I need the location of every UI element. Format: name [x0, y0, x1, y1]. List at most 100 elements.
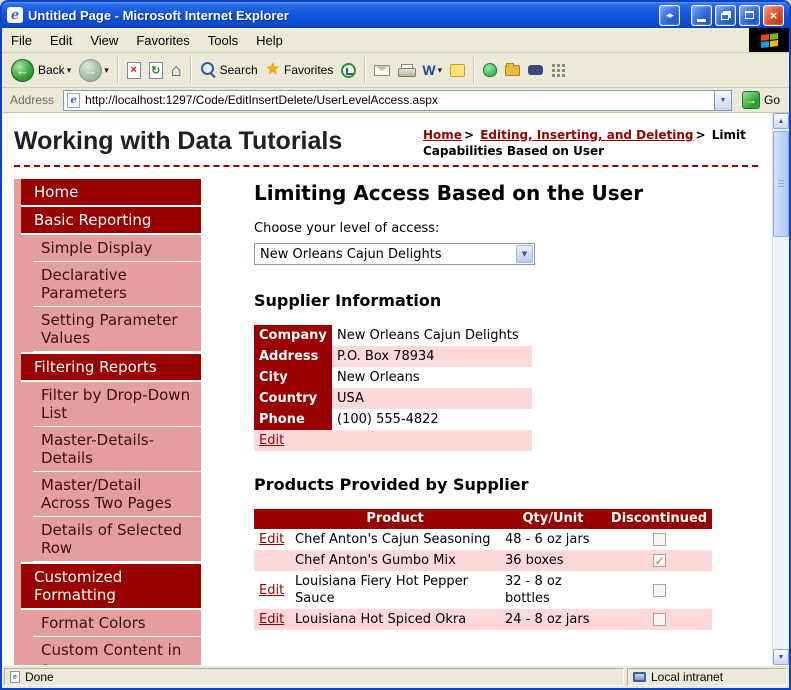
menu-file[interactable]: File [2, 28, 41, 52]
folder-icon [505, 62, 521, 76]
sidebar-item-simple-display[interactable]: Simple Display [33, 235, 201, 262]
windows-logo [749, 28, 789, 52]
go-label: Go [763, 93, 780, 107]
toolbar: ← Back ▾ → ▾ × ↻ ⌂ Search ★ Favorites W … [2, 53, 789, 88]
stop-icon: × [126, 61, 141, 79]
sidebar-item-customized-formatting[interactable]: Customized Formatting [21, 564, 201, 608]
menu-tools[interactable]: Tools [199, 28, 247, 52]
breadcrumb-link-section[interactable]: Editing, Inserting, and Deleting [480, 128, 693, 142]
go-arrow-icon: → [741, 91, 760, 109]
table-row: Country USA [254, 388, 532, 409]
field-value: P.O. Box 78934 [337, 349, 435, 364]
edit-link[interactable]: Edit [259, 583, 284, 598]
messenger-button[interactable] [479, 60, 501, 80]
breadcrumb-separator: > [463, 128, 474, 142]
sidebar-item-declarative-parameters[interactable]: Declarative Parameters [33, 262, 201, 307]
product-row: Edit Louisiana Fiery Hot Pepper Sauce 32… [254, 571, 712, 609]
discuss-button[interactable] [446, 61, 469, 80]
messenger-icon [483, 63, 498, 77]
edit-link[interactable]: Edit [259, 612, 284, 627]
sidebar-item-setting-parameter-values[interactable]: Setting Parameter Values [33, 307, 201, 352]
menu-edit[interactable]: Edit [41, 28, 81, 52]
sidebar-item-details-of-selected-row[interactable]: Details of Selected Row [33, 517, 201, 562]
favorites-label: Favorites [284, 63, 334, 77]
column-header-product: Product [290, 509, 500, 529]
sidebar-item-format-colors[interactable]: Format Colors [33, 610, 201, 637]
history-button[interactable] [337, 60, 360, 81]
binoculars-icon [528, 65, 544, 75]
folders-button[interactable] [501, 62, 524, 79]
chevron-down-icon[interactable]: ▾ [67, 65, 72, 76]
sidebar-item-filter-by-drop-down-list[interactable]: Filter by Drop-Down List [33, 382, 201, 427]
sidebar-item-master-details-details[interactable]: Master-Details-Details [33, 427, 201, 472]
address-input[interactable]: e http://localhost:1297/Code/EditInsertD… [63, 89, 732, 111]
sidebar-item-master-detail-across-two-pages[interactable]: Master/Detail Across Two Pages [33, 472, 201, 517]
field-label: City [254, 367, 332, 388]
edit-with-word-button[interactable]: W ▾ [418, 59, 446, 81]
print-button[interactable] [394, 61, 418, 80]
go-button[interactable]: → Go [737, 91, 785, 109]
sidebar-group: Filter by Drop-Down List Master-Details-… [21, 382, 201, 562]
forward-button[interactable]: → ▾ [75, 56, 113, 85]
product-qty: 24 - 8 oz jars [505, 612, 590, 627]
edit-link[interactable]: Edit [259, 532, 284, 547]
sidebar-item-home[interactable]: Home [21, 179, 201, 205]
column-header-discontinued: Discontinued [606, 509, 712, 529]
address-url[interactable]: http://localhost:1297/Code/EditInsertDel… [85, 93, 714, 107]
products-section-heading: Products Provided by Supplier [254, 475, 529, 494]
sidebar-group: Simple Display Declarative Parameters Se… [21, 235, 201, 352]
restore-icon [720, 12, 729, 20]
home-button[interactable]: ⌂ [167, 58, 186, 82]
sidebar-item-basic-reporting[interactable]: Basic Reporting [21, 207, 201, 233]
home-icon: ⌂ [170, 60, 182, 80]
research-button[interactable] [524, 62, 547, 78]
maximize-button[interactable] [739, 4, 760, 26]
vertical-scrollbar[interactable]: ▲ ▼ [772, 113, 789, 665]
main-content: Limiting Access Based on the User Choose… [201, 179, 758, 665]
sidebar-navigation: Home Basic Reporting Simple Display Decl… [14, 179, 201, 665]
scroll-down-icon[interactable]: ▼ [773, 649, 789, 665]
menu-favorites[interactable]: Favorites [127, 28, 198, 52]
supplier-section-heading: Supplier Information [254, 291, 442, 310]
page-header: Working with Data Tutorials Home > Editin… [14, 123, 758, 159]
mail-button[interactable] [370, 62, 394, 79]
address-dropdown-icon[interactable]: ▼ [713, 90, 731, 110]
field-value: New Orleans [337, 370, 420, 385]
scroll-up-icon[interactable]: ▲ [773, 113, 789, 129]
stop-button[interactable]: × [123, 59, 145, 82]
refresh-button[interactable]: ↻ [145, 59, 167, 82]
page-layout: Home Basic Reporting Simple Display Decl… [14, 179, 758, 665]
favorites-star-icon: ★ [265, 61, 280, 78]
product-row: Chef Anton's Gumbo Mix 36 boxes [254, 550, 712, 571]
menu-help[interactable]: Help [247, 28, 292, 52]
header-divider [14, 165, 758, 167]
search-button[interactable]: Search [196, 59, 262, 81]
table-row: Edit [254, 430, 532, 451]
access-level-select[interactable]: New Orleans Cajun Delights ▼ [254, 243, 535, 265]
menu-view[interactable]: View [81, 28, 127, 52]
sidebar-item-custom-content[interactable]: Custom Content in a [33, 637, 201, 665]
chevron-down-icon[interactable]: ▼ [516, 245, 533, 263]
quick-launch-button[interactable] [547, 60, 570, 80]
supplier-details-table: Company New Orleans Cajun Delights Addre… [254, 325, 532, 451]
close-button[interactable]: × [763, 4, 784, 26]
status-bar: e Done Local intranet [2, 665, 789, 688]
chevron-down-icon[interactable]: ▾ [438, 65, 443, 76]
restore-button[interactable] [715, 4, 736, 26]
window-controls: ◂▸ × [659, 4, 784, 26]
supplier-edit-link[interactable]: Edit [259, 433, 284, 448]
product-qty: 48 - 6 oz jars [505, 532, 590, 547]
scrollbar-thumb[interactable] [773, 131, 789, 237]
minimize-button[interactable] [691, 4, 712, 26]
chevron-down-icon[interactable]: ▾ [104, 65, 109, 76]
windows-flag-icon [760, 32, 778, 48]
sidebar-item-filtering-reports[interactable]: Filtering Reports [21, 354, 201, 380]
breadcrumb-link-home[interactable]: Home [423, 128, 462, 142]
scrollbar-track[interactable] [773, 129, 789, 649]
product-name: Chef Anton's Gumbo Mix [295, 553, 456, 568]
product-row: Edit Louisiana Hot Spiced Okra 24 - 8 oz… [254, 609, 712, 630]
back-button[interactable]: ← Back ▾ [7, 56, 75, 85]
product-name: Chef Anton's Cajun Seasoning [295, 532, 491, 547]
fullscreen-toggle-icon[interactable]: ◂▸ [659, 4, 680, 26]
favorites-button[interactable]: ★ Favorites [262, 59, 338, 81]
